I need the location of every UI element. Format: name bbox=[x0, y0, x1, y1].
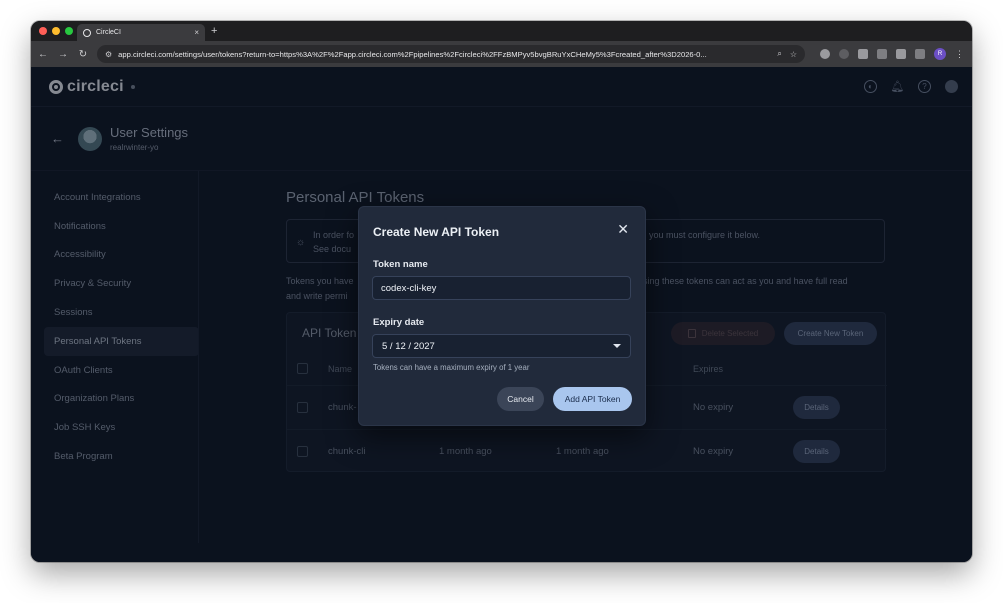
circleci-app: circleci ◐ 🔔︎ ? ← User Settings realrwin… bbox=[31, 67, 972, 562]
browser-menu-icon[interactable]: ⋮ bbox=[955, 49, 964, 60]
extension-icon[interactable] bbox=[877, 49, 887, 59]
tab-title: CircleCI bbox=[96, 29, 121, 36]
back-icon[interactable]: ← bbox=[33, 49, 53, 60]
extension-icon[interactable] bbox=[820, 49, 830, 59]
bookmark-star-icon[interactable]: ☆ bbox=[790, 50, 797, 59]
browser-window: CircleCI × + ← → ↻ ⚙ app.circleci.com/se… bbox=[31, 21, 972, 562]
close-icon[interactable]: ✕ bbox=[617, 221, 629, 238]
browser-tab[interactable]: CircleCI × bbox=[77, 24, 205, 41]
add-api-token-button[interactable]: Add API Token bbox=[553, 387, 632, 411]
dialog-title: Create New API Token bbox=[373, 225, 500, 239]
maximize-window-button[interactable] bbox=[65, 27, 73, 35]
cancel-button[interactable]: Cancel bbox=[497, 387, 544, 411]
forward-icon[interactable]: → bbox=[53, 49, 73, 60]
side-panel-icon[interactable] bbox=[915, 49, 925, 59]
browser-tab-bar: CircleCI × + bbox=[31, 21, 972, 41]
close-window-button[interactable] bbox=[39, 27, 47, 35]
extension-icon[interactable] bbox=[858, 49, 868, 59]
tab-close-icon[interactable]: × bbox=[194, 28, 199, 37]
site-info-icon[interactable]: ⚙ bbox=[105, 50, 112, 59]
token-name-input[interactable] bbox=[372, 276, 631, 300]
profile-avatar[interactable]: R bbox=[934, 48, 946, 60]
expiry-help-text: Tokens can have a maximum expiry of 1 ye… bbox=[373, 363, 530, 372]
zoom-icon[interactable]: ⌕ bbox=[777, 49, 781, 59]
reload-icon[interactable]: ↻ bbox=[73, 49, 93, 60]
token-name-label: Token name bbox=[373, 259, 428, 270]
expiry-date-picker[interactable]: 5 / 12 / 2027 bbox=[372, 334, 631, 358]
new-tab-button[interactable]: + bbox=[211, 25, 217, 37]
chevron-down-icon bbox=[613, 344, 621, 348]
create-token-dialog: Create New API Token ✕ Token name Expiry… bbox=[358, 206, 646, 426]
browser-toolbar: ← → ↻ ⚙ app.circleci.com/settings/user/t… bbox=[31, 41, 972, 67]
window-controls bbox=[39, 27, 73, 35]
minimize-window-button[interactable] bbox=[52, 27, 60, 35]
address-bar[interactable]: ⚙ app.circleci.com/settings/user/tokens?… bbox=[97, 45, 805, 63]
expiry-date-value: 5 / 12 / 2027 bbox=[382, 340, 435, 352]
extensions-area: R ⋮ bbox=[820, 48, 964, 60]
extension-icon[interactable] bbox=[839, 49, 849, 59]
url-text[interactable]: app.circleci.com/settings/user/tokens?re… bbox=[118, 50, 769, 59]
extensions-puzzle-icon[interactable] bbox=[896, 49, 906, 59]
expiry-date-label: Expiry date bbox=[373, 317, 425, 328]
circleci-favicon-icon bbox=[83, 28, 91, 37]
